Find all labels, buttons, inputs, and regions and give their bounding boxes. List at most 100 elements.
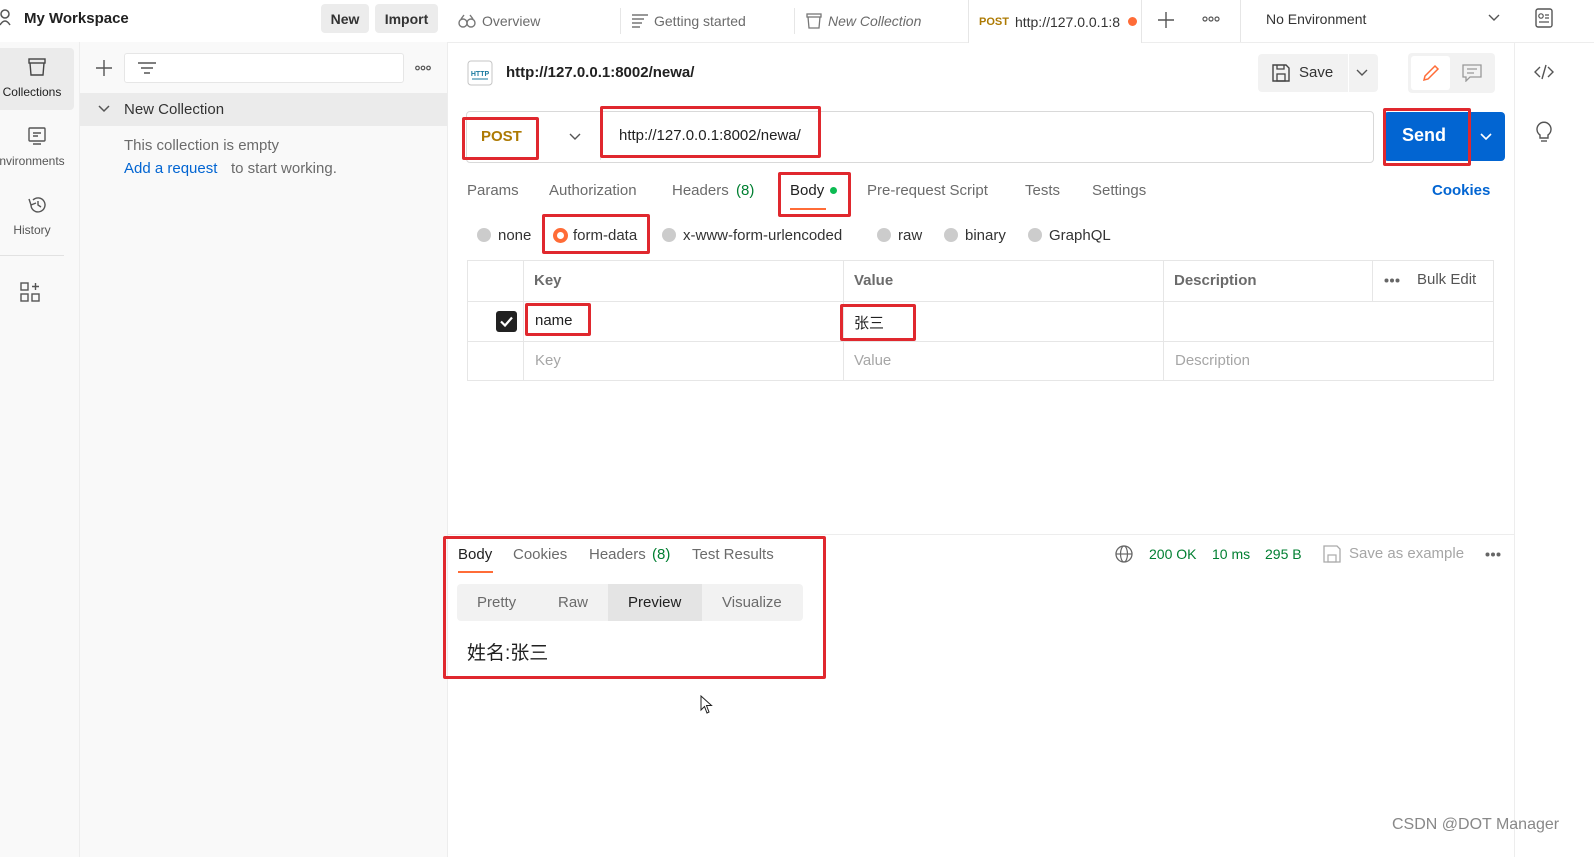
save-as-example-button[interactable]: Save as example bbox=[1349, 545, 1464, 562]
environment-quick-look-icon[interactable] bbox=[1535, 8, 1553, 28]
code-icon[interactable] bbox=[1534, 64, 1554, 80]
collection-row[interactable]: New Collection bbox=[80, 93, 447, 126]
col-divider bbox=[1372, 260, 1373, 301]
new-button[interactable]: New bbox=[321, 4, 369, 33]
tab-tests[interactable]: Tests bbox=[1025, 182, 1060, 199]
radio-urlencoded-label: x-www-form-urlencoded bbox=[683, 227, 843, 244]
radio-graphql[interactable] bbox=[1028, 228, 1042, 242]
col-divider bbox=[523, 260, 524, 381]
response-tab-cookies[interactable]: Cookies bbox=[513, 546, 567, 563]
save-icon bbox=[1272, 64, 1290, 82]
view-preview[interactable]: Preview bbox=[628, 594, 681, 611]
unsaved-dot bbox=[1128, 17, 1138, 26]
response-time[interactable]: 10 ms bbox=[1212, 546, 1250, 562]
more-options-icon[interactable] bbox=[1384, 278, 1400, 283]
tab-settings[interactable]: Settings bbox=[1092, 182, 1146, 199]
send-label: Send bbox=[1402, 125, 1447, 145]
right-rail bbox=[1514, 42, 1594, 857]
workspace-title[interactable]: My Workspace bbox=[24, 10, 129, 27]
method-select[interactable]: POST bbox=[481, 128, 522, 145]
import-button[interactable]: Import bbox=[375, 4, 438, 33]
mouse-cursor-icon bbox=[700, 695, 714, 715]
response-tab-test-results[interactable]: Test Results bbox=[692, 546, 774, 563]
tab-method: POST bbox=[979, 15, 1009, 28]
tab-authorization[interactable]: Authorization bbox=[549, 182, 637, 199]
tab-getting-started[interactable]: Getting started bbox=[632, 0, 792, 42]
icon-rail: Collections nvironments History bbox=[0, 42, 80, 857]
chevron-down-icon[interactable] bbox=[98, 105, 110, 113]
response-size[interactable]: 295 B bbox=[1265, 546, 1302, 562]
body-active-dot bbox=[830, 187, 837, 194]
user-icon bbox=[0, 8, 14, 26]
tab-body[interactable]: Body bbox=[790, 182, 824, 199]
cookies-link[interactable]: Cookies bbox=[1432, 182, 1490, 199]
radio-none[interactable] bbox=[477, 228, 491, 242]
add-request-link[interactable]: Add a request bbox=[124, 160, 217, 177]
sidebar-search-input[interactable] bbox=[124, 53, 404, 83]
url-input[interactable]: http://127.0.0.1:8002/newa/ bbox=[619, 127, 801, 144]
radio-raw[interactable] bbox=[877, 228, 891, 242]
tab-new-collection[interactable]: New Collection bbox=[806, 0, 966, 42]
new-value-input[interactable]: Value bbox=[854, 352, 891, 369]
rail-environments-label: nvironments bbox=[0, 154, 65, 168]
lightbulb-icon[interactable] bbox=[1535, 120, 1553, 142]
sidebar-more-icon[interactable] bbox=[415, 65, 431, 71]
view-visualize[interactable]: Visualize bbox=[722, 594, 782, 611]
rail-collections[interactable]: Collections bbox=[0, 48, 74, 110]
tab-divider bbox=[620, 8, 621, 34]
view-raw[interactable]: Raw bbox=[558, 594, 588, 611]
tab-prerequest-script[interactable]: Pre-request Script bbox=[867, 182, 988, 199]
more-tabs-icon[interactable] bbox=[1202, 16, 1220, 22]
filter-icon[interactable] bbox=[138, 62, 156, 74]
chevron-down-icon[interactable] bbox=[569, 133, 581, 141]
watermark-text: CSDN @DOT Manager bbox=[1392, 816, 1560, 833]
column-header-key: Key bbox=[534, 272, 562, 289]
rail-environments[interactable]: nvironments bbox=[0, 117, 74, 179]
new-key-input[interactable]: Key bbox=[535, 352, 561, 369]
response-body-underline bbox=[458, 571, 493, 573]
view-pretty[interactable]: Pretty bbox=[477, 594, 516, 611]
view-mode-toggle[interactable] bbox=[1408, 53, 1495, 93]
add-tab-icon[interactable] bbox=[1157, 11, 1175, 29]
radio-graphql-label: GraphQL bbox=[1049, 227, 1111, 244]
response-tab-body[interactable]: Body bbox=[458, 546, 492, 563]
new-description-input[interactable]: Description bbox=[1175, 352, 1250, 369]
chevron-down-icon[interactable] bbox=[1356, 69, 1368, 77]
apps-grid-icon[interactable] bbox=[20, 282, 40, 302]
response-more-icon[interactable] bbox=[1485, 552, 1501, 557]
tab-active-request[interactable]: POST http://127.0.0.1:8 bbox=[968, 0, 1142, 43]
chevron-down-icon[interactable] bbox=[1480, 133, 1492, 141]
tab-getting-started-label: Getting started bbox=[654, 13, 746, 29]
table-cell-key[interactable]: name bbox=[535, 312, 573, 329]
save-example-icon bbox=[1323, 545, 1341, 563]
radio-urlencoded[interactable] bbox=[662, 228, 676, 242]
chevron-down-icon[interactable] bbox=[1488, 14, 1500, 22]
radio-form-data-label: form-data bbox=[573, 227, 638, 244]
tab-overview[interactable]: Overview bbox=[458, 0, 618, 42]
globe-icon[interactable] bbox=[1115, 545, 1133, 563]
status-code[interactable]: 200 OK bbox=[1149, 546, 1196, 562]
request-title[interactable]: http://127.0.0.1:8002/newa/ bbox=[506, 64, 694, 81]
table-cell-value[interactable]: 张三 bbox=[854, 312, 884, 333]
tab-headers[interactable]: Headers bbox=[672, 182, 729, 199]
row-checkbox[interactable] bbox=[496, 311, 517, 332]
send-button[interactable]: Send bbox=[1384, 112, 1505, 161]
bulk-edit-link[interactable]: Bulk Edit bbox=[1417, 271, 1476, 288]
radio-form-data[interactable] bbox=[553, 228, 568, 243]
form-data-table bbox=[467, 260, 1494, 381]
environment-select[interactable]: No Environment bbox=[1266, 11, 1366, 27]
comment-icon[interactable] bbox=[1462, 64, 1482, 82]
tab-new-collection-label: New Collection bbox=[828, 13, 922, 29]
rail-history[interactable]: History bbox=[0, 186, 74, 248]
tab-params[interactable]: Params bbox=[467, 182, 519, 199]
history-icon bbox=[27, 196, 47, 214]
add-collection-icon[interactable] bbox=[96, 60, 112, 76]
response-tab-headers[interactable]: Headers bbox=[589, 546, 646, 563]
radio-binary[interactable] bbox=[944, 228, 958, 242]
radio-none-label: none bbox=[498, 227, 532, 244]
response-divider bbox=[448, 534, 1514, 535]
save-button[interactable]: Save bbox=[1258, 54, 1378, 92]
col-divider bbox=[1163, 260, 1164, 381]
document-icon bbox=[632, 14, 648, 28]
edit-mode-button[interactable] bbox=[1411, 56, 1450, 90]
